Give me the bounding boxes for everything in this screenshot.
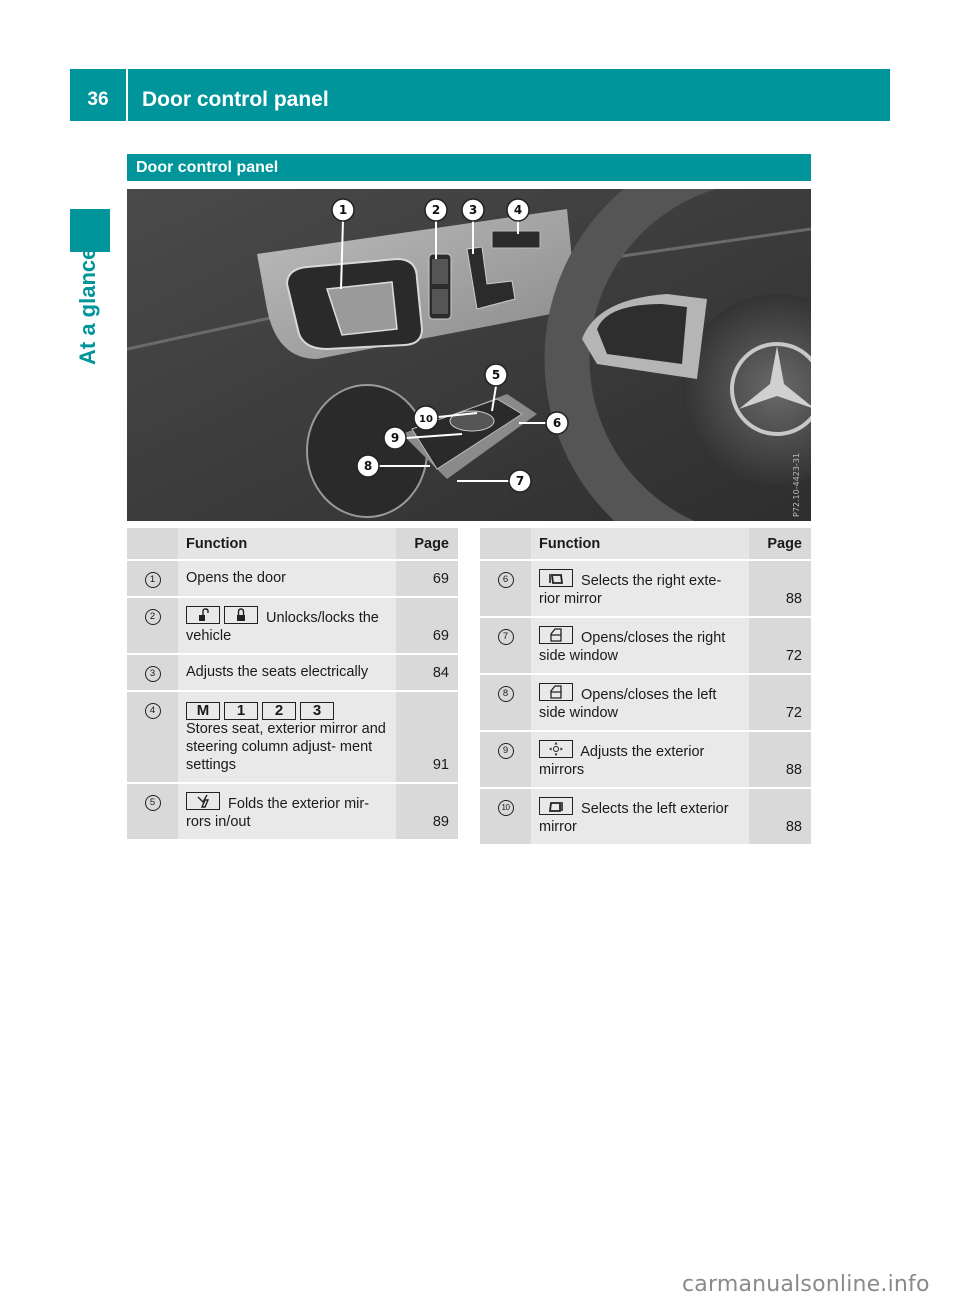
table-row: 8 Opens/closes the left side window 72 <box>480 675 811 732</box>
function-text: Adjusts the seats electrically <box>186 664 369 680</box>
item-number: 8 <box>497 686 514 702</box>
table-row: 6 Selects the right exte- rior mirror 88 <box>480 561 811 618</box>
page-ref-link[interactable]: 91 <box>433 757 449 773</box>
table-row: 4 M123 Stores seat, exterior mirror and … <box>127 692 458 784</box>
svg-text:10: 10 <box>419 414 433 425</box>
section-heading: Door control panel <box>127 154 811 181</box>
header-blank <box>480 528 531 561</box>
lock-icon <box>224 606 258 624</box>
page-ref-link[interactable]: 69 <box>433 628 449 644</box>
table-header-row: Function Page <box>127 528 458 561</box>
function-text: Stores seat, exterior mirror and steerin… <box>186 721 386 773</box>
window-icon <box>539 626 573 644</box>
table-row: 7 Opens/closes the right side window 72 <box>480 618 811 675</box>
table-row: 9 Adjusts the exterior mirrors 88 <box>480 732 811 789</box>
header-page: Page <box>396 528 458 561</box>
page-ref-link[interactable]: 88 <box>786 591 802 607</box>
page-ref-link[interactable]: 88 <box>786 819 802 835</box>
item-number: 1 <box>144 572 161 588</box>
page-ref-link[interactable]: 72 <box>786 648 802 664</box>
chapter-label: At a glance <box>75 247 100 365</box>
table-row: 5 Folds the exterior mir- rors in/out 89 <box>127 784 458 841</box>
page-header: 36 Door control panel <box>70 69 890 121</box>
function-text: Opens the door <box>186 570 286 586</box>
item-number: 3 <box>144 666 161 682</box>
memory-3-key-icon: 3 <box>300 702 334 720</box>
header-divider <box>126 69 128 121</box>
watermark: carmanualsonline.info <box>682 1272 930 1297</box>
function-table-right: Function Page 6 Selects the right exte- … <box>480 528 811 846</box>
header-function: Function <box>178 528 396 561</box>
mirror-adjust-icon <box>539 740 573 758</box>
svg-text:5: 5 <box>492 368 500 382</box>
left-mirror-icon <box>539 797 573 815</box>
right-mirror-icon <box>539 569 573 587</box>
header-blank <box>127 528 178 561</box>
page-ref-link[interactable]: 84 <box>433 665 449 681</box>
svg-text:4: 4 <box>514 203 522 217</box>
table-row: 1 Opens the door 69 <box>127 561 458 598</box>
page-ref-link[interactable]: 69 <box>433 571 449 587</box>
svg-text:9: 9 <box>391 431 399 445</box>
memory-2-key-icon: 2 <box>262 702 296 720</box>
image-code: P72.10-4423-31 <box>792 453 801 517</box>
page-number: 36 <box>87 89 109 110</box>
table-row: 3 Adjusts the seats electrically 84 <box>127 655 458 692</box>
item-number: 9 <box>497 743 514 759</box>
svg-text:6: 6 <box>553 416 561 430</box>
item-number: 10 <box>497 800 514 816</box>
unlock-icon <box>186 606 220 624</box>
item-number: 7 <box>497 629 514 645</box>
header-page: Page <box>749 528 811 561</box>
header-function: Function <box>531 528 749 561</box>
door-panel-photo: 1 2 3 4 5 6 7 8 9 10 P72.10-4423-31 <box>127 189 811 521</box>
window-icon <box>539 683 573 701</box>
item-number: 5 <box>144 795 161 811</box>
item-number: 2 <box>144 609 161 625</box>
svg-text:1: 1 <box>339 203 347 217</box>
item-number: 6 <box>497 572 514 588</box>
page-title: Door control panel <box>142 88 329 111</box>
svg-text:2: 2 <box>432 203 440 217</box>
table-row: 2 Unlocks/locks the vehicle 69 <box>127 598 458 655</box>
page-ref-link[interactable]: 72 <box>786 705 802 721</box>
page-ref-link[interactable]: 89 <box>433 814 449 830</box>
table-row: 10 Selects the left exterior mirror 88 <box>480 789 811 846</box>
table-header-row: Function Page <box>480 528 811 561</box>
function-table-left: Function Page 1 Opens the door 69 2 Unlo… <box>127 528 458 841</box>
memory-m-key-icon: M <box>186 702 220 720</box>
memory-1-key-icon: 1 <box>224 702 258 720</box>
fold-mirror-icon <box>186 792 220 810</box>
svg-text:7: 7 <box>516 474 524 488</box>
svg-text:3: 3 <box>469 203 477 217</box>
page-ref-link[interactable]: 88 <box>786 762 802 778</box>
item-number: 4 <box>144 703 161 719</box>
svg-text:8: 8 <box>364 459 372 473</box>
